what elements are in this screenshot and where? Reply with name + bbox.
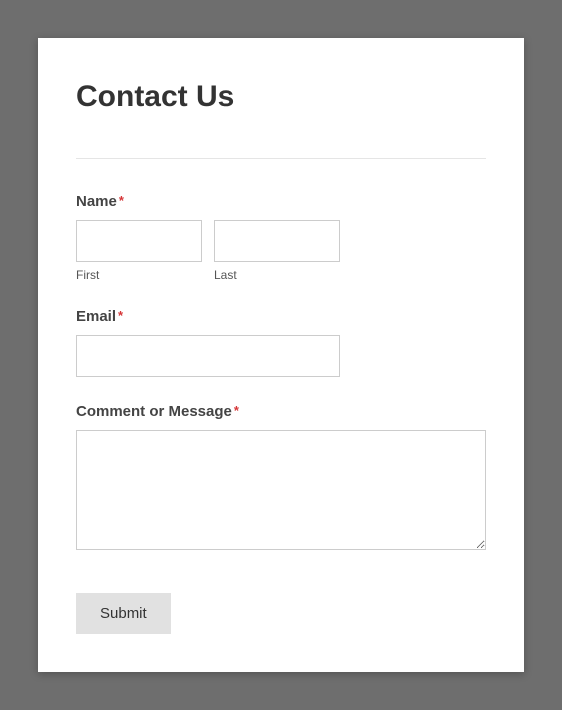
message-label: Comment or Message* — [76, 403, 239, 420]
email-label-text: Email — [76, 308, 116, 325]
name-row: First Last — [76, 220, 486, 282]
message-label-text: Comment or Message — [76, 403, 232, 420]
required-marker: * — [119, 193, 124, 208]
email-field-group: Email* — [76, 308, 486, 377]
last-name-sublabel: Last — [214, 268, 340, 282]
contact-form-card: Contact Us Name* First Last Email* Comme… — [38, 38, 524, 672]
last-name-input[interactable] — [214, 220, 340, 262]
page-title: Contact Us — [76, 80, 486, 114]
name-label: Name* — [76, 193, 124, 210]
divider — [76, 158, 486, 159]
email-label: Email* — [76, 308, 123, 325]
last-name-col: Last — [214, 220, 340, 282]
first-name-input[interactable] — [76, 220, 202, 262]
submit-button[interactable]: Submit — [76, 593, 171, 634]
message-textarea[interactable] — [76, 430, 486, 550]
name-label-text: Name — [76, 193, 117, 210]
first-name-col: First — [76, 220, 202, 282]
name-field-group: Name* First Last — [76, 193, 486, 282]
required-marker: * — [234, 403, 239, 418]
first-name-sublabel: First — [76, 268, 202, 282]
message-field-group: Comment or Message* — [76, 403, 486, 555]
email-input[interactable] — [76, 335, 340, 377]
required-marker: * — [118, 308, 123, 323]
